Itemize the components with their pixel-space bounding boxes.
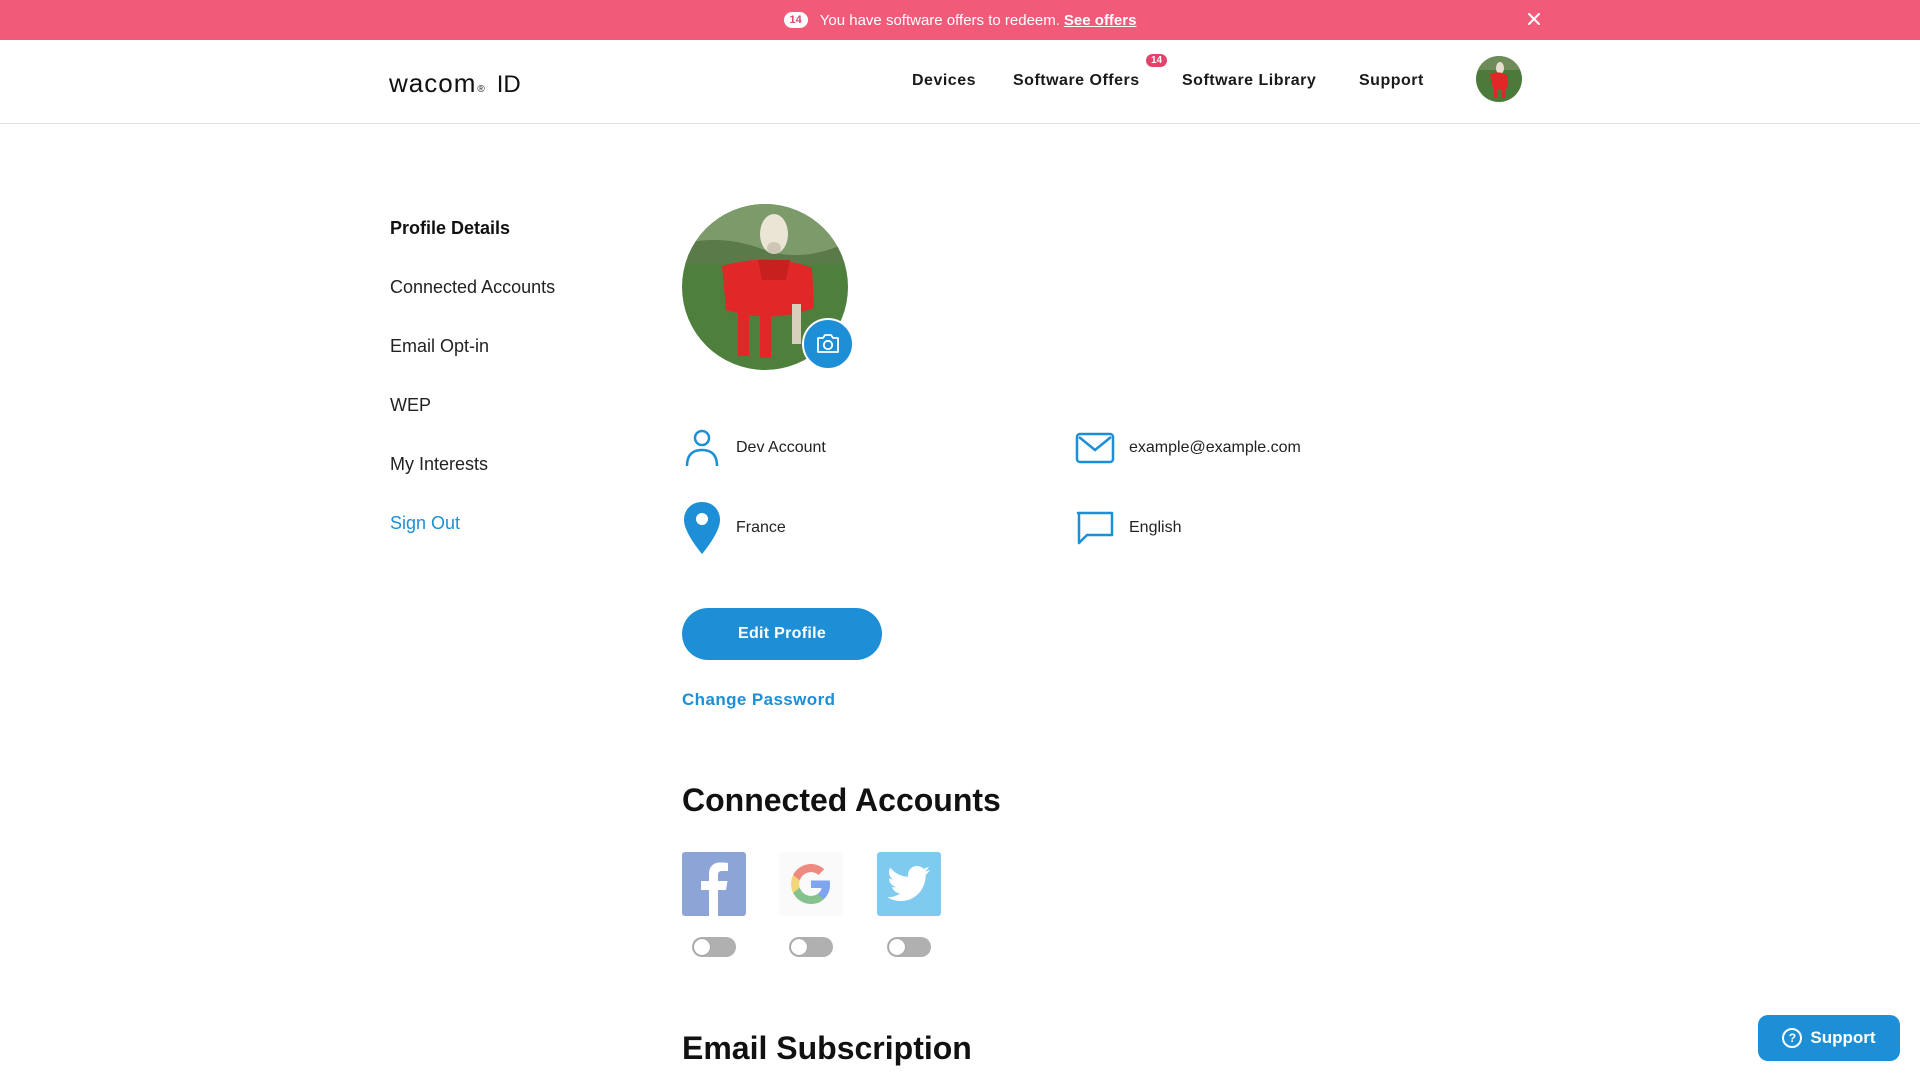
facebook-icon (682, 852, 746, 916)
twitter-icon (877, 852, 941, 916)
logo-brand: wacom (389, 68, 477, 98)
connected-accounts-heading: Connected Accounts (682, 782, 1001, 818)
google-icon (779, 852, 843, 916)
sidebar-item-email-opt-in[interactable]: Email Opt-in (390, 336, 489, 357)
nav-devices[interactable]: Devices (912, 72, 976, 90)
banner-message: You have software offers to redeem. (819, 11, 1060, 29)
profile-language: English (1129, 519, 1182, 536)
profile-country-row: France (682, 498, 786, 558)
see-offers-link[interactable]: See offers (1064, 12, 1137, 29)
change-password-link[interactable]: Change Password (682, 690, 835, 710)
facebook-toggle[interactable] (692, 937, 736, 957)
chat-bubble-icon (1075, 502, 1115, 554)
wacom-id-logo[interactable]: wacom ® ID (389, 68, 521, 99)
camera-icon (817, 334, 839, 353)
sidebar-item-connected-accounts[interactable]: Connected Accounts (390, 277, 555, 298)
nav-support[interactable]: Support (1359, 72, 1424, 90)
profile-country: France (736, 519, 786, 536)
offers-banner: 14 You have software offers to redeem. S… (0, 0, 1920, 40)
google-toggle[interactable] (789, 937, 833, 957)
offers-count-badge: 14 (783, 12, 808, 28)
logo-suffix: ID (496, 71, 521, 98)
change-photo-button[interactable] (802, 318, 854, 370)
site-header: wacom ® ID Devices Software Offers 14 Sof… (0, 40, 1920, 124)
profile-email-row: example@example.com (1075, 422, 1301, 474)
nav-software-library[interactable]: Software Library (1182, 72, 1316, 90)
support-widget-label: Support (1810, 1028, 1876, 1047)
sidebar-item-wep[interactable]: WEP (390, 395, 431, 416)
close-icon[interactable] (1523, 8, 1545, 30)
edit-profile-button[interactable]: Edit Profile (682, 608, 882, 660)
sign-out-link[interactable]: Sign Out (390, 513, 460, 534)
software-offers-badge: 14 (1146, 54, 1168, 67)
location-pin-icon (682, 498, 722, 558)
mail-icon (1075, 422, 1115, 474)
nav-software-offers[interactable]: Software Offers (1013, 72, 1140, 90)
email-subscription-heading: Email Subscription (682, 1030, 972, 1066)
sidebar-item-my-interests[interactable]: My Interests (390, 454, 488, 475)
user-avatar[interactable] (1476, 56, 1522, 102)
profile-email: example@example.com (1129, 439, 1301, 456)
profile-name: Dev Account (736, 439, 826, 456)
profile-name-row: Dev Account (682, 422, 826, 474)
user-icon (682, 422, 722, 474)
support-widget-button[interactable]: ? Support (1758, 1015, 1900, 1061)
help-icon: ? (1782, 1028, 1803, 1048)
twitter-toggle[interactable] (887, 937, 931, 957)
profile-language-row: English (1075, 502, 1181, 554)
sidebar-item-profile-details[interactable]: Profile Details (390, 218, 510, 239)
